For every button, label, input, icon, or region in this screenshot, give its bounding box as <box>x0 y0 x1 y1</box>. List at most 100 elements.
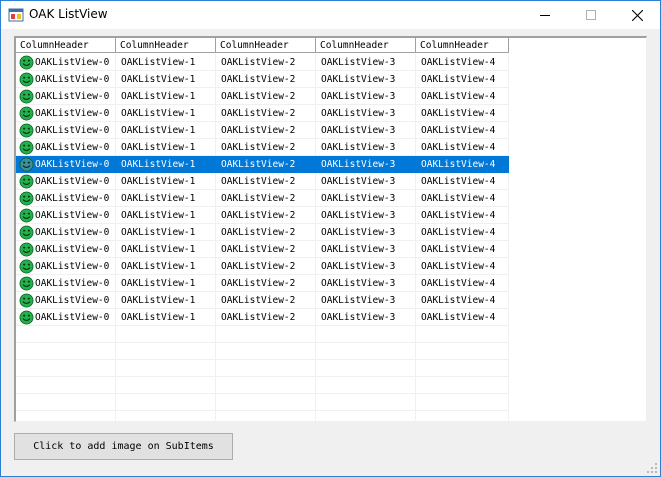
main-window: OAK ListView ColumnHeader ColumnHeader Col… <box>0 0 661 477</box>
table-row[interactable]: OAKListView-0 OAKListView-1 OAKListView-2 O… <box>16 139 509 156</box>
list-cell-col-1: OAKListView-1 <box>121 74 196 85</box>
table-row[interactable]: OAKListView-0 OAKListView-1 OAKListView-2 O… <box>16 71 509 88</box>
column-header-4[interactable]: ColumnHeader <box>416 38 509 53</box>
list-cell-col-1: OAKListView-1 <box>121 227 196 238</box>
list-cell-col-3: OAKListView-3 <box>321 278 396 289</box>
list-cell-col-2: OAKListView-2 <box>221 74 296 85</box>
list-cell-col-2: OAKListView-2 <box>221 176 296 187</box>
table-row[interactable]: OAKListView-0 OAKListView-1 OAKListView-2 O… <box>16 190 509 207</box>
green-smiley-icon <box>19 293 34 308</box>
list-cell-col-0: OAKListView-0 <box>35 278 110 289</box>
green-smiley-icon <box>19 123 34 138</box>
green-smiley-icon <box>19 259 34 274</box>
list-cell-col-2: OAKListView-2 <box>221 312 296 323</box>
list-cell-col-0: OAKListView-0 <box>35 91 110 102</box>
list-cell-col-0: OAKListView-0 <box>35 159 110 170</box>
list-cell-col-3: OAKListView-3 <box>321 91 396 102</box>
green-smiley-icon <box>19 157 34 172</box>
close-button[interactable] <box>614 1 660 29</box>
list-cell-col-2: OAKListView-2 <box>221 125 296 136</box>
list-cell-col-3: OAKListView-3 <box>321 244 396 255</box>
minimize-icon <box>540 15 550 16</box>
list-cell-col-0: OAKListView-0 <box>35 312 110 323</box>
green-smiley-icon <box>19 310 34 325</box>
list-cell-col-4: OAKListView-4 <box>421 74 496 85</box>
app-window-icon <box>8 8 24 22</box>
list-cell-col-3: OAKListView-3 <box>321 261 396 272</box>
green-smiley-icon <box>19 140 34 155</box>
table-row[interactable]: OAKListView-0 OAKListView-1 OAKListView-2 O… <box>16 258 509 275</box>
list-cell-col-3: OAKListView-3 <box>321 57 396 68</box>
list-cell-col-4: OAKListView-4 <box>421 244 496 255</box>
list-cell-col-1: OAKListView-1 <box>121 261 196 272</box>
list-cell-col-0: OAKListView-0 <box>35 57 110 68</box>
list-cell-col-1: OAKListView-1 <box>121 210 196 221</box>
table-row[interactable]: OAKListView-0 OAKListView-1 OAKListView-2 O… <box>16 292 509 309</box>
title-bar[interactable]: OAK ListView <box>1 1 660 29</box>
list-cell-col-1: OAKListView-1 <box>121 312 196 323</box>
list-cell-col-3: OAKListView-3 <box>321 312 396 323</box>
green-smiley-icon <box>19 106 34 121</box>
table-row[interactable]: OAKListView-0 OAKListView-1 OAKListView-2 O… <box>16 207 509 224</box>
list-cell-col-2: OAKListView-2 <box>221 57 296 68</box>
list-cell-col-3: OAKListView-3 <box>321 193 396 204</box>
list-cell-col-2: OAKListView-2 <box>221 142 296 153</box>
resize-grip-icon[interactable] <box>646 462 658 474</box>
list-cell-col-3: OAKListView-3 <box>321 227 396 238</box>
table-row[interactable]: OAKListView-0 OAKListView-1 OAKListView-2 O… <box>16 224 509 241</box>
list-cell-col-1: OAKListView-1 <box>121 57 196 68</box>
list-view[interactable]: ColumnHeader ColumnHeader ColumnHeader Colu… <box>14 36 647 422</box>
list-cell-col-2: OAKListView-2 <box>221 210 296 221</box>
minimize-button[interactable] <box>522 1 568 29</box>
table-row[interactable]: OAKListView-0 OAKListView-1 OAKListView-2 O… <box>16 275 509 292</box>
list-cell-col-1: OAKListView-1 <box>121 193 196 204</box>
list-cell-col-4: OAKListView-4 <box>421 193 496 204</box>
maximize-button[interactable] <box>568 1 614 29</box>
list-cell-col-0: OAKListView-0 <box>35 142 110 153</box>
list-cell-col-4: OAKListView-4 <box>421 159 496 170</box>
table-row[interactable]: OAKListView-0 OAKListView-1 OAKListView-2 O… <box>16 122 509 139</box>
green-smiley-icon <box>19 191 34 206</box>
table-row[interactable]: OAKListView-0 OAKListView-1 OAKListView-2 O… <box>16 88 509 105</box>
column-header-1[interactable]: ColumnHeader <box>116 38 216 53</box>
list-cell-col-4: OAKListView-4 <box>421 91 496 102</box>
list-cell-col-4: OAKListView-4 <box>421 278 496 289</box>
list-cell-col-0: OAKListView-0 <box>35 261 110 272</box>
list-cell-col-4: OAKListView-4 <box>421 108 496 119</box>
list-cell-col-1: OAKListView-1 <box>121 278 196 289</box>
table-row[interactable]: OAKListView-0 OAKListView-1 OAKListView-2 O… <box>16 54 509 71</box>
column-header-3[interactable]: ColumnHeader <box>316 38 416 53</box>
list-cell-col-0: OAKListView-0 <box>35 74 110 85</box>
add-image-subitems-button[interactable]: Click to add image on SubItems <box>14 433 233 460</box>
list-cell-col-3: OAKListView-3 <box>321 295 396 306</box>
green-smiley-icon <box>19 89 34 104</box>
list-cell-col-1: OAKListView-1 <box>121 244 196 255</box>
green-smiley-icon <box>19 72 34 87</box>
list-cell-col-4: OAKListView-4 <box>421 142 496 153</box>
list-cell-col-0: OAKListView-0 <box>35 210 110 221</box>
list-cell-col-1: OAKListView-1 <box>121 142 196 153</box>
column-header-2[interactable]: ColumnHeader <box>216 38 316 53</box>
green-smiley-icon <box>19 242 34 257</box>
list-cell-col-3: OAKListView-3 <box>321 176 396 187</box>
table-row[interactable]: OAKListView-0 OAKListView-1 OAKListView-2 O… <box>16 105 509 122</box>
table-row[interactable]: OAKListView-0 OAKListView-1 OAKListView-2 O… <box>16 309 509 326</box>
list-cell-col-1: OAKListView-1 <box>121 295 196 306</box>
list-cell-col-0: OAKListView-0 <box>35 227 110 238</box>
green-smiley-icon <box>19 225 34 240</box>
table-row[interactable]: OAKListView-0 OAKListView-1 OAKListView-2 O… <box>16 173 509 190</box>
table-row[interactable]: OAKListView-0 OAKListView-1 OAKListView-2 O… <box>16 156 509 173</box>
list-cell-col-3: OAKListView-3 <box>321 210 396 221</box>
column-header-0[interactable]: ColumnHeader <box>16 38 116 53</box>
list-cell-col-4: OAKListView-4 <box>421 176 496 187</box>
list-cell-col-4: OAKListView-4 <box>421 125 496 136</box>
list-cell-col-4: OAKListView-4 <box>421 227 496 238</box>
list-cell-col-0: OAKListView-0 <box>35 295 110 306</box>
list-cell-col-2: OAKListView-2 <box>221 261 296 272</box>
table-row[interactable]: OAKListView-0 OAKListView-1 OAKListView-2 O… <box>16 241 509 258</box>
list-cell-col-1: OAKListView-1 <box>121 125 196 136</box>
list-cell-col-1: OAKListView-1 <box>121 91 196 102</box>
list-cell-col-0: OAKListView-0 <box>35 125 110 136</box>
list-cell-col-0: OAKListView-0 <box>35 244 110 255</box>
list-cell-col-2: OAKListView-2 <box>221 278 296 289</box>
